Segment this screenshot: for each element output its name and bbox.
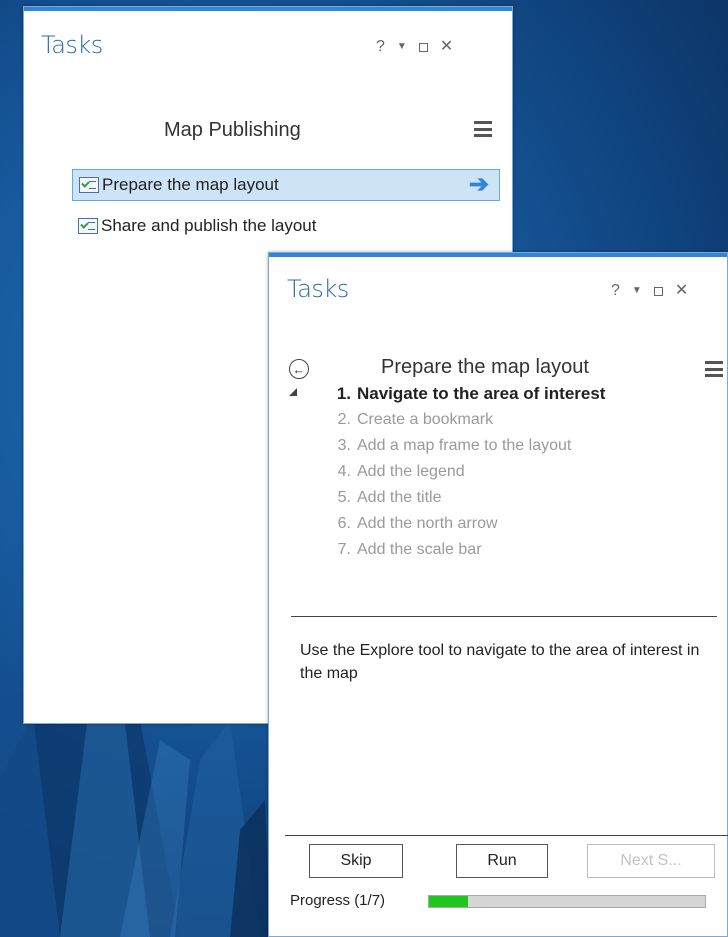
- step-label: Create a bookmark: [357, 411, 494, 428]
- step-item[interactable]: 1. Navigate to the area of interest: [329, 384, 606, 404]
- help-button[interactable]: ?: [376, 39, 385, 55]
- panel-top-border: [269, 253, 727, 257]
- maximize-icon[interactable]: [418, 42, 428, 52]
- panel-top-border: [24, 7, 512, 11]
- step-item[interactable]: 3. Add a map frame to the layout: [329, 437, 572, 455]
- step-label: Add a map frame to the layout: [357, 437, 572, 454]
- task-heading: Prepare the map layout: [381, 356, 589, 378]
- step-item[interactable]: 6. Add the north arrow: [329, 515, 498, 533]
- step-item[interactable]: 2. Create a bookmark: [329, 411, 493, 429]
- steps-divider: [291, 616, 717, 617]
- back-arrow-icon[interactable]: ←: [289, 359, 309, 379]
- hamburger-menu-icon[interactable]: [474, 121, 492, 137]
- step-number: 7.: [337, 541, 351, 558]
- collapse-triangle-icon[interactable]: [289, 388, 297, 396]
- step-number: 2.: [337, 411, 351, 428]
- dropdown-icon[interactable]: ▼: [397, 42, 407, 52]
- tasks-panel-prepare-layout: Tasks ? ▼ ✕ ← Prepare the map layout 1. N…: [268, 252, 728, 937]
- step-label: Add the scale bar: [357, 541, 482, 558]
- step-label: Add the title: [357, 489, 442, 506]
- close-button[interactable]: ✕: [440, 39, 453, 55]
- step-item[interactable]: 4. Add the legend: [329, 463, 465, 481]
- buttons-divider: [285, 835, 728, 836]
- close-button[interactable]: ✕: [675, 283, 688, 299]
- next-step-button[interactable]: Next S...: [587, 844, 715, 878]
- panel-title: Tasks: [287, 275, 349, 303]
- skip-button[interactable]: Skip: [309, 844, 403, 878]
- task-item-label: Prepare the map layout: [102, 175, 279, 194]
- task-item-share-publish[interactable]: Share and publish the layout: [72, 210, 500, 242]
- progress-label: Progress (1/7): [290, 892, 386, 909]
- arrow-right-icon[interactable]: ➔: [469, 172, 489, 198]
- step-number: 6.: [337, 515, 351, 532]
- maximize-icon[interactable]: [653, 286, 663, 296]
- window-controls: ? ▼ ✕: [611, 283, 688, 299]
- run-button[interactable]: Run: [456, 844, 548, 878]
- step-number: 1.: [336, 384, 351, 403]
- step-item[interactable]: 5. Add the title: [329, 489, 442, 507]
- task-item-label: Share and publish the layout: [101, 216, 317, 235]
- window-controls: ? ▼ ✕: [376, 39, 453, 55]
- help-button[interactable]: ?: [611, 283, 620, 299]
- dropdown-icon[interactable]: ▼: [632, 286, 642, 296]
- step-number: 4.: [337, 463, 351, 480]
- panel-title: Tasks: [41, 31, 103, 59]
- step-number: 5.: [337, 489, 351, 506]
- step-label: Navigate to the area of interest: [357, 384, 606, 403]
- progress-bar-fill: [429, 896, 469, 907]
- step-label: Add the north arrow: [357, 515, 498, 532]
- task-group-heading: Map Publishing: [164, 119, 301, 141]
- task-item-prepare-layout[interactable]: Prepare the map layout ➔: [72, 169, 500, 201]
- step-label: Add the legend: [357, 463, 465, 480]
- task-checklist-icon: [79, 177, 99, 193]
- progress-bar: [428, 895, 706, 908]
- task-checklist-icon: [78, 218, 98, 234]
- step-item[interactable]: 7. Add the scale bar: [329, 541, 482, 559]
- hamburger-menu-icon[interactable]: [705, 361, 723, 377]
- step-description: Use the Explore tool to navigate to the …: [300, 642, 700, 682]
- step-number: 3.: [337, 437, 351, 454]
